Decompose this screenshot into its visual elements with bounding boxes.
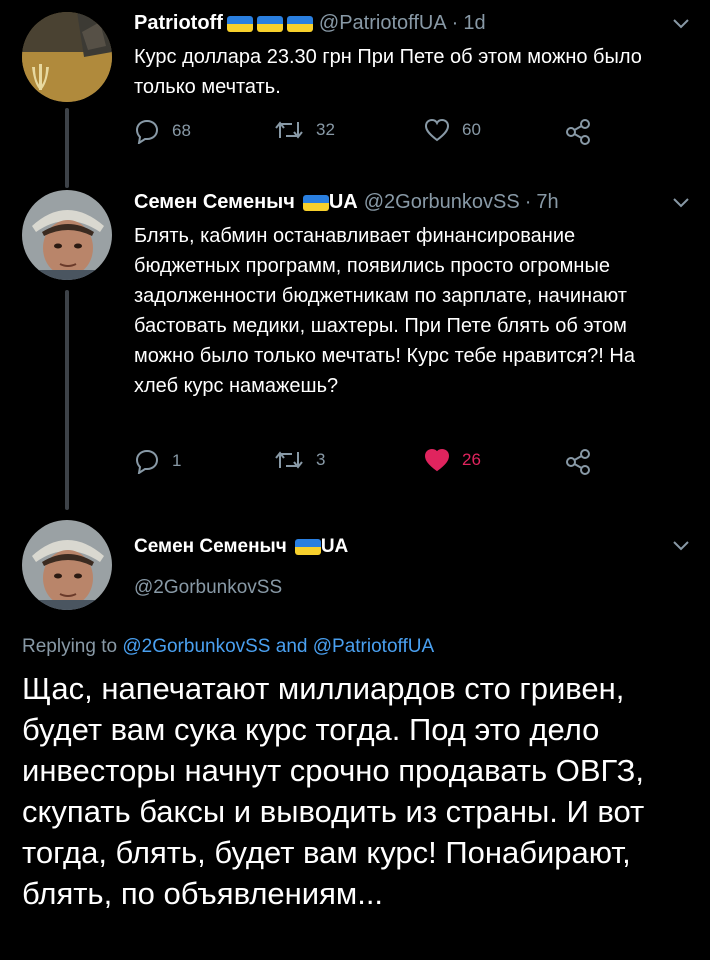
- tweet-header: Семен Семеныч UA @2GorbunkovSS · 7h: [134, 191, 559, 214]
- avatar[interactable]: [22, 520, 112, 610]
- reply-icon: [135, 119, 159, 144]
- like-button[interactable]: 26: [424, 448, 481, 472]
- tweet-header: Patriotoff @PatriotoffUA · 1d: [134, 12, 486, 35]
- reply-button[interactable]: 68: [134, 118, 191, 144]
- thread-line: [65, 290, 69, 510]
- like-count: 60: [462, 120, 481, 139]
- reply-count: 1: [172, 451, 182, 470]
- author-name-suffix: UA: [328, 191, 358, 213]
- tweet-text: Щас, напечатают миллиардов сто гривен, б…: [22, 671, 645, 911]
- ukraine-flag-icon: [256, 15, 283, 32]
- avatar[interactable]: [22, 190, 112, 280]
- tweet-text: Курс доллара 23.30 грн При Пете об этом …: [134, 46, 642, 98]
- tweet-actions: 68 32 60: [134, 118, 614, 148]
- retweet-count: 3: [316, 450, 326, 469]
- author-handle[interactable]: @2GorbunkovSS: [364, 191, 520, 214]
- reply-count: 68: [172, 121, 191, 140]
- author-name[interactable]: Patriotoff: [134, 12, 223, 35]
- share-button[interactable]: [564, 448, 604, 476]
- chevron-down-icon[interactable]: [672, 540, 690, 552]
- ukraine-flag-icon: [286, 15, 313, 32]
- reply-icon: [135, 449, 159, 474]
- like-count: 26: [462, 450, 481, 469]
- reply-button[interactable]: 1: [134, 448, 181, 474]
- tweet-actions: 1 3 26: [134, 448, 614, 478]
- tweet-text: Блять, кабмин останавливает финансирован…: [134, 225, 635, 397]
- tweet-time[interactable]: 1d: [463, 12, 485, 35]
- tweet-time[interactable]: 7h: [536, 191, 558, 214]
- retweet-icon: [275, 451, 303, 469]
- retweet-button[interactable]: 3: [274, 448, 325, 472]
- author-name-suffix: UA: [320, 536, 349, 557]
- reply-mention-link[interactable]: @PatriotoffUA: [313, 636, 434, 657]
- replying-to: Replying to @2GorbunkovSS and @Patriotof…: [22, 636, 434, 658]
- share-button[interactable]: [564, 118, 604, 146]
- ukraine-flag-icon: [294, 539, 321, 555]
- heart-icon: [424, 118, 450, 142]
- author-handle[interactable]: @PatriotoffUA: [319, 12, 447, 35]
- heart-filled-icon: [424, 448, 450, 472]
- like-button[interactable]: 60: [424, 118, 481, 142]
- chevron-down-icon[interactable]: [672, 197, 690, 209]
- author-name[interactable]: Семен Семеныч: [134, 536, 287, 558]
- replying-prefix: Replying to: [22, 636, 118, 657]
- retweet-button[interactable]: 32: [274, 118, 335, 142]
- reply-mention-link[interactable]: @2GorbunkovSS: [122, 636, 270, 657]
- author-name-row: Семен Семеныч UA: [134, 536, 348, 558]
- separator-dot: ·: [524, 191, 532, 213]
- share-icon: [566, 119, 590, 145]
- ukraine-flag-icon: [302, 194, 329, 211]
- separator-dot: ·: [451, 12, 459, 34]
- ukraine-flag-icon: [226, 15, 253, 32]
- avatar[interactable]: [22, 12, 112, 102]
- retweet-count: 32: [316, 120, 335, 139]
- author-name[interactable]: Семен Семеныч: [134, 191, 295, 214]
- reply-and-text: and: [275, 636, 308, 657]
- share-icon: [566, 449, 590, 475]
- retweet-icon: [275, 121, 303, 139]
- chevron-down-icon[interactable]: [672, 18, 690, 30]
- author-handle[interactable]: @2GorbunkovSS: [134, 577, 282, 599]
- thread-line: [65, 108, 69, 188]
